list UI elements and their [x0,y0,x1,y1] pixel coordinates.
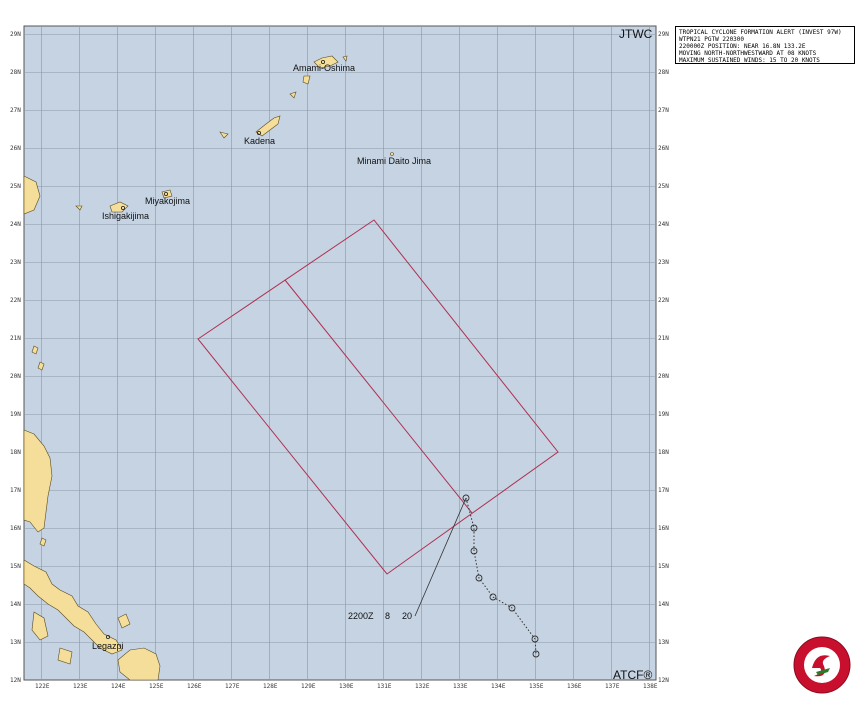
svg-text:16N: 16N [658,525,669,532]
svg-text:24N: 24N [10,221,21,228]
place-label-ishigakijima: Ishigakijima [102,211,149,221]
svg-text:134E: 134E [491,683,506,690]
svg-text:12N: 12N [658,677,669,684]
svg-text:29N: 29N [10,31,21,38]
place-label-legazpi: Legazpi [92,641,124,651]
svg-text:26N: 26N [10,145,21,152]
svg-text:22N: 22N [10,297,21,304]
svg-text:21N: 21N [10,335,21,342]
svg-text:126E: 126E [187,683,202,690]
svg-text:133E: 133E [453,683,468,690]
svg-text:17N: 17N [658,487,669,494]
jtwc-label: JTWC [619,27,653,41]
alert-info-line: 220000Z POSITION: NEAR 16.8N 133.2E [679,43,806,50]
svg-text:21N: 21N [658,335,669,342]
svg-text:14N: 14N [10,601,21,608]
svg-text:18N: 18N [10,449,21,456]
alert-info-line: TROPICAL CYCLONE FORMATION ALERT (INVEST… [679,29,842,36]
alert-info-line: WTPN21 PGTW 220300 [679,36,745,43]
lon-ticks: 122E 123E 124E 125E 126E 127E 128E 129E … [35,683,658,690]
cyclone-alert-map: Amami-Oshima Kadena Minami Daito Jima Mi… [10,25,851,694]
svg-text:19N: 19N [658,411,669,418]
svg-text:129E: 129E [301,683,316,690]
svg-text:22N: 22N [658,297,669,304]
place-label-amami: Amami-Oshima [293,63,355,73]
svg-text:20N: 20N [10,373,21,380]
svg-text:136E: 136E [567,683,582,690]
svg-text:123E: 123E [73,683,88,690]
track-label-winds: 20 [402,611,412,621]
svg-text:19N: 19N [10,411,21,418]
svg-text:13N: 13N [658,639,669,646]
svg-text:25N: 25N [10,183,21,190]
place-label-kadena: Kadena [244,136,275,146]
svg-text:24N: 24N [658,221,669,228]
svg-text:12N: 12N [10,677,21,684]
svg-text:20N: 20N [658,373,669,380]
lat-ticks-right: 12N 13N 14N 15N 16N 17N 18N 19N 20N 21N … [658,31,669,684]
svg-text:26N: 26N [658,145,669,152]
svg-text:15N: 15N [658,563,669,570]
svg-text:23N: 23N [10,259,21,266]
alert-info-line: MOVING NORTH-NORTHWESTWARD AT 08 KNOTS [679,50,817,57]
lat-ticks-left: 12N 13N 14N 15N 16N 17N 18N 19N 20N 21N … [10,31,21,684]
svg-text:27N: 27N [658,107,669,114]
svg-text:128E: 128E [263,683,278,690]
svg-text:125E: 125E [149,683,164,690]
place-label-miyakojima: Miyakojima [145,196,190,206]
svg-text:29N: 29N [658,31,669,38]
svg-text:17N: 17N [10,487,21,494]
svg-text:132E: 132E [415,683,430,690]
svg-text:28N: 28N [658,69,669,76]
svg-text:122E: 122E [35,683,50,690]
track-label-time: 2200Z [348,611,374,621]
svg-text:138E: 138E [643,683,658,690]
svg-text:135E: 135E [529,683,544,690]
place-label-minami-daito: Minami Daito Jima [357,156,431,166]
svg-text:23N: 23N [658,259,669,266]
svg-text:15N: 15N [10,563,21,570]
svg-text:137E: 137E [605,683,620,690]
svg-text:25N: 25N [658,183,669,190]
svg-text:18N: 18N [658,449,669,456]
svg-text:124E: 124E [111,683,126,690]
track-label-speed: 8 [385,611,390,621]
jtwc-logo [793,636,851,694]
svg-text:27N: 27N [10,107,21,114]
svg-text:16N: 16N [10,525,21,532]
ocean [23,25,657,681]
svg-text:13N: 13N [10,639,21,646]
alert-info-box: TROPICAL CYCLONE FORMATION ALERT (INVEST… [675,26,855,64]
svg-text:130E: 130E [339,683,354,690]
atcf-label: ATCF® [613,668,652,682]
svg-text:14N: 14N [658,601,669,608]
svg-text:127E: 127E [225,683,240,690]
alert-info-line: MAXIMUM SUSTAINED WINDS: 15 TO 20 KNOTS [679,57,820,64]
svg-text:131E: 131E [377,683,392,690]
svg-text:28N: 28N [10,69,21,76]
